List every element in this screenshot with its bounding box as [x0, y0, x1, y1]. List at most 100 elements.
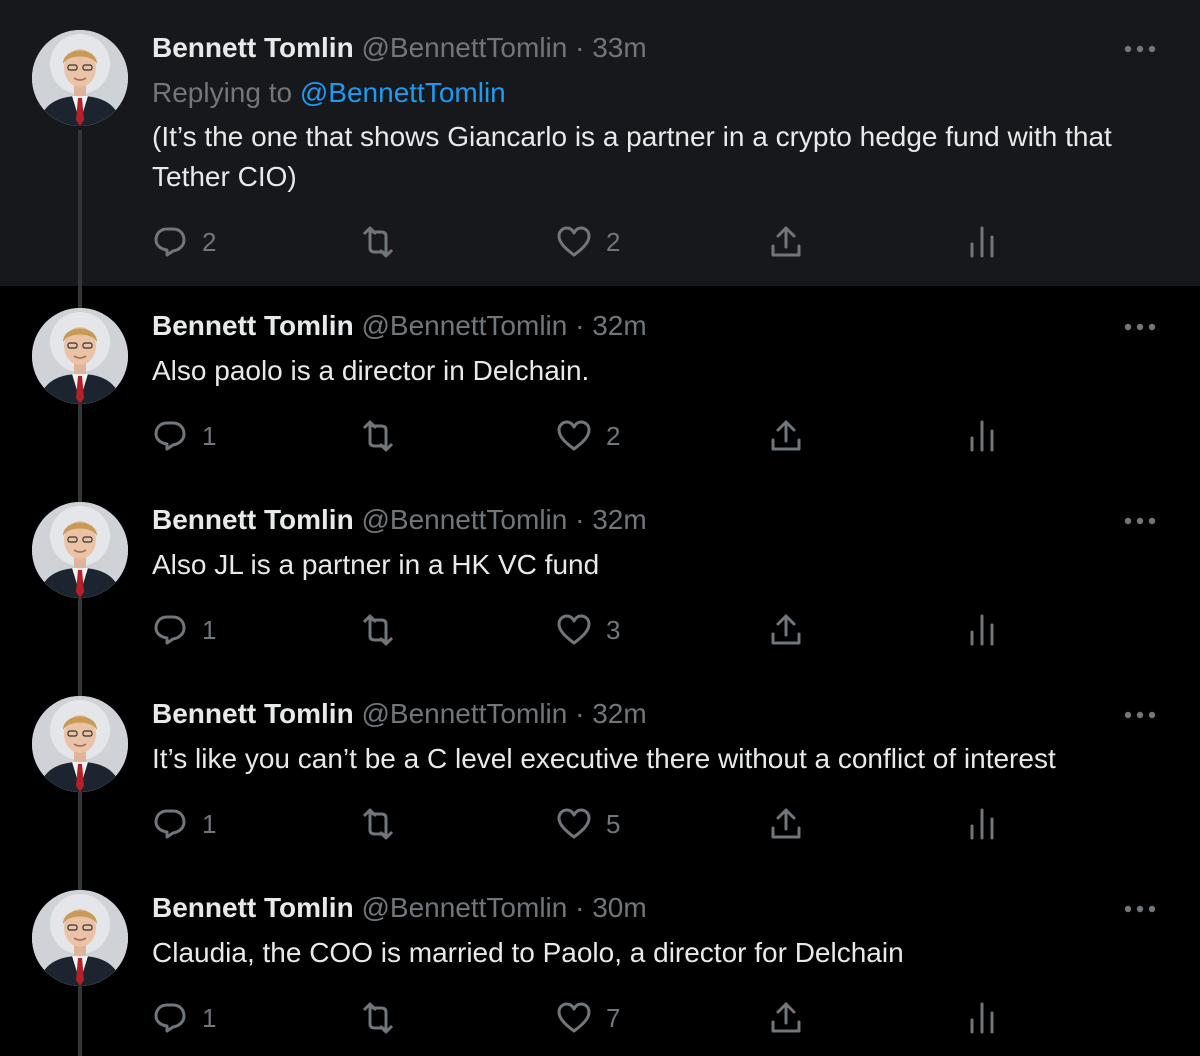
display-name[interactable]: Bennett Tomlin	[152, 698, 354, 729]
avatar[interactable]	[32, 696, 128, 792]
analytics-button[interactable]	[964, 224, 1000, 260]
handle[interactable]: @BennettTomlin	[361, 504, 567, 535]
thread-line	[78, 792, 82, 868]
like-button[interactable]: 5	[556, 806, 620, 842]
tweet-text: Also JL is a partner in a HK VC fund	[152, 549, 600, 580]
thread-line	[78, 986, 82, 1056]
share-button[interactable]	[768, 418, 804, 454]
reply-button[interactable]: 1	[152, 418, 216, 454]
more-horizontal-icon[interactable]	[1120, 700, 1160, 730]
separator-dot: ·	[575, 504, 585, 535]
tweet[interactable]: Bennett Tomlin @BennettTomlin · 32m Also…	[0, 480, 1200, 674]
analytics-bars-icon	[964, 1000, 1000, 1036]
more-horizontal-icon[interactable]	[1120, 34, 1160, 64]
reply-count: 1	[202, 808, 217, 839]
mention-link[interactable]: @BennettTomlin	[300, 77, 506, 108]
like-button[interactable]: 2	[556, 224, 620, 260]
timestamp[interactable]: 30m	[592, 892, 646, 923]
reply-count: 1	[202, 1002, 217, 1033]
tweet[interactable]: Bennett Tomlin @BennettTomlin · 32m Also…	[0, 286, 1200, 480]
reply-bubble-icon	[152, 1000, 188, 1036]
like-button[interactable]: 3	[556, 612, 620, 648]
display-name[interactable]: Bennett Tomlin	[152, 504, 354, 535]
share-upload-icon	[768, 1000, 804, 1036]
like-button[interactable]: 7	[556, 1000, 620, 1036]
avatar[interactable]	[32, 890, 128, 986]
reply-button[interactable]: 2	[152, 224, 216, 260]
separator-dot: ·	[575, 698, 585, 729]
retweet-arrows-icon	[358, 1000, 398, 1036]
timestamp[interactable]: 33m	[592, 32, 646, 63]
reply-button[interactable]: 1	[152, 806, 216, 842]
analytics-bars-icon	[964, 806, 1000, 842]
handle[interactable]: @BennettTomlin	[361, 32, 567, 63]
retweet-arrows-icon	[358, 224, 398, 260]
share-button[interactable]	[768, 806, 804, 842]
tweet-header: Bennett Tomlin @BennettTomlin · 32m	[152, 696, 647, 732]
tweet-text: Also paolo is a director in Delchain.	[152, 355, 590, 386]
tweet[interactable]: Bennett Tomlin @BennettTomlin · 33m Repl…	[0, 0, 1200, 286]
analytics-bars-icon	[964, 224, 1000, 260]
timestamp[interactable]: 32m	[592, 504, 646, 535]
reply-button[interactable]: 1	[152, 1000, 216, 1036]
tweet[interactable]: Bennett Tomlin @BennettTomlin · 30m Clau…	[0, 868, 1200, 1056]
share-upload-icon	[768, 224, 804, 260]
display-name[interactable]: Bennett Tomlin	[152, 310, 354, 341]
thread-line	[78, 404, 82, 480]
display-name[interactable]: Bennett Tomlin	[152, 32, 354, 63]
heart-icon	[556, 224, 592, 260]
reply-bubble-icon	[152, 418, 188, 454]
analytics-button[interactable]	[964, 1000, 1000, 1036]
reply-bubble-icon	[152, 806, 188, 842]
like-count: 7	[606, 1002, 621, 1033]
analytics-button[interactable]	[964, 418, 1000, 454]
handle[interactable]: @BennettTomlin	[361, 698, 567, 729]
retweet-button[interactable]	[358, 224, 398, 260]
heart-icon	[556, 612, 592, 648]
share-upload-icon	[768, 418, 804, 454]
reply-count: 1	[202, 614, 217, 645]
display-name[interactable]: Bennett Tomlin	[152, 892, 354, 923]
retweet-button[interactable]	[358, 418, 398, 454]
retweet-arrows-icon	[358, 806, 398, 842]
retweet-button[interactable]	[358, 1000, 398, 1036]
more-horizontal-icon[interactable]	[1120, 312, 1160, 342]
handle[interactable]: @BennettTomlin	[361, 310, 567, 341]
avatar[interactable]	[32, 308, 128, 404]
tweet-text: It’s like you can’t be a C level executi…	[152, 743, 1056, 774]
reply-button[interactable]: 1	[152, 612, 216, 648]
avatar[interactable]	[32, 502, 128, 598]
share-button[interactable]	[768, 224, 804, 260]
separator-dot: ·	[575, 310, 585, 341]
retweet-button[interactable]	[358, 612, 398, 648]
avatar[interactable]	[32, 30, 128, 126]
share-button[interactable]	[768, 1000, 804, 1036]
reply-count: 2	[202, 226, 217, 257]
heart-icon	[556, 418, 592, 454]
like-button[interactable]: 2	[556, 418, 620, 454]
tweet-text: (It’s the one that shows Giancarlo is a …	[152, 121, 1112, 192]
timestamp[interactable]: 32m	[592, 310, 646, 341]
more-horizontal-icon[interactable]	[1120, 894, 1160, 924]
reply-context: Replying to @BennettTomlin	[152, 75, 506, 111]
tweet[interactable]: Bennett Tomlin @BennettTomlin · 32m It’s…	[0, 674, 1200, 868]
like-count: 2	[606, 226, 621, 257]
reply-count: 1	[202, 420, 217, 451]
tweet-header: Bennett Tomlin @BennettTomlin · 32m	[152, 502, 647, 538]
heart-icon	[556, 1000, 592, 1036]
handle[interactable]: @BennettTomlin	[361, 892, 567, 923]
separator-dot: ·	[575, 892, 585, 923]
like-count: 5	[606, 808, 621, 839]
share-button[interactable]	[768, 612, 804, 648]
thread-line	[78, 868, 82, 890]
share-upload-icon	[768, 806, 804, 842]
analytics-button[interactable]	[964, 806, 1000, 842]
retweet-button[interactable]	[358, 806, 398, 842]
more-horizontal-icon[interactable]	[1120, 506, 1160, 536]
timestamp[interactable]: 32m	[592, 698, 646, 729]
analytics-bars-icon	[964, 612, 1000, 648]
conversation-thread: Bennett Tomlin @BennettTomlin · 33m Repl…	[0, 0, 1200, 1056]
like-count: 3	[606, 614, 621, 645]
analytics-button[interactable]	[964, 612, 1000, 648]
tweet-header: Bennett Tomlin @BennettTomlin · 30m	[152, 890, 647, 926]
